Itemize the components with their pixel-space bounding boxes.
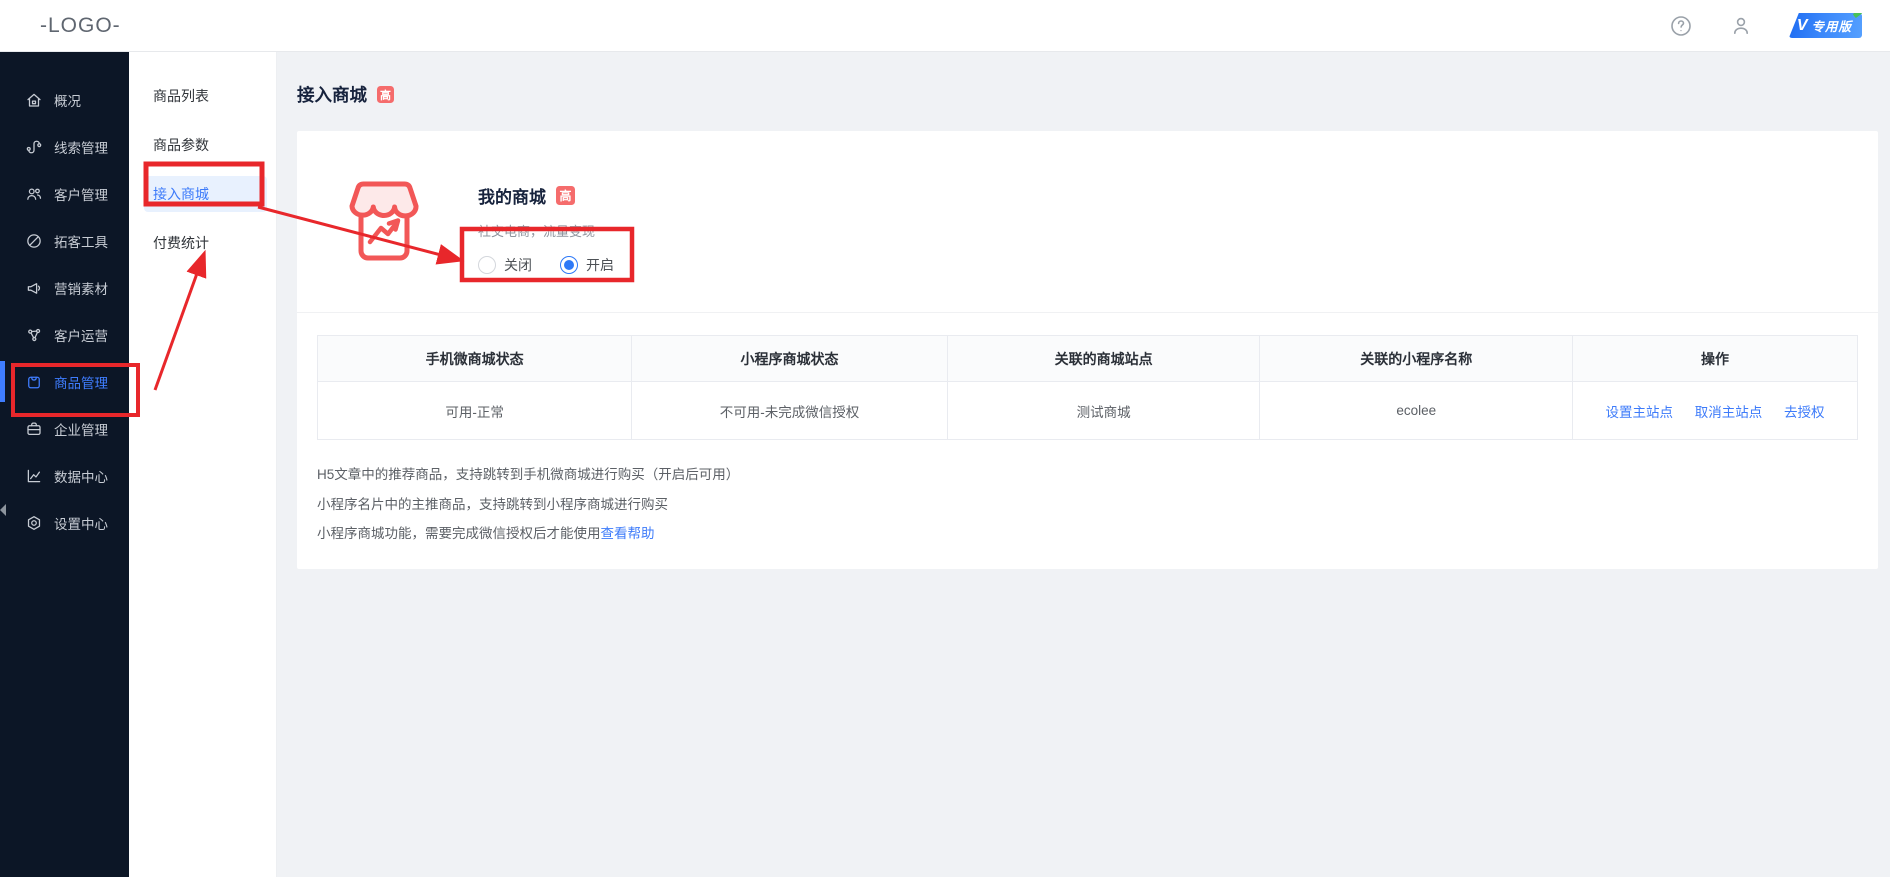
premium-badge: 高 <box>377 86 394 103</box>
sidebar-collapse-icon[interactable] <box>0 504 6 516</box>
note-line: 小程序商城功能，需要完成微信授权后才能使用查看帮助 <box>317 519 1858 549</box>
customer-operations-icon <box>25 326 43 344</box>
notes: H5文章中的推荐商品，支持跳转到手机微商城进行购买（开启后可用） 小程序名片中的… <box>317 460 1858 549</box>
note-text: 小程序商城功能，需要完成微信授权后才能使用 <box>317 526 601 541</box>
table-row: 可用-正常 不可用-未完成微信授权 测试商城 ecolee 设置主站点 取消主站… <box>318 382 1858 440</box>
sidebar-item-products[interactable]: 商品管理 <box>0 358 129 405</box>
prospecting-tools-icon <box>25 232 43 250</box>
radio-off-icon[interactable] <box>478 256 496 274</box>
cancel-main-site-link[interactable]: 取消主站点 <box>1695 405 1763 420</box>
sidebar-item-label: 数据中心 <box>54 466 108 486</box>
table-header: 手机微商城状态 <box>318 336 632 382</box>
edition-v-mark: V <box>1797 18 1808 34</box>
sidebar-item-marketing-materials[interactable]: 营销素材 <box>0 264 129 311</box>
radio-on-icon[interactable] <box>560 256 578 274</box>
radio-on-label: 开启 <box>586 255 614 275</box>
cell-phone-mall-status: 可用-正常 <box>318 382 632 440</box>
sidebar-item-label: 拓客工具 <box>54 231 108 251</box>
main-content: 接入商城 高 我的商城 高 社交电商，流量变现 <box>277 52 1890 877</box>
page-title: 接入商城 <box>297 82 367 107</box>
gear-icon <box>25 514 43 532</box>
sidebar-item-label: 线索管理 <box>54 137 108 157</box>
note-line: H5文章中的推荐商品，支持跳转到手机微商城进行购买（开启后可用） <box>317 460 1858 490</box>
table-header: 关联的商城站点 <box>947 336 1260 382</box>
mall-title: 我的商城 <box>478 183 546 208</box>
table-header: 操作 <box>1573 336 1858 382</box>
help-icon[interactable] <box>1669 14 1693 38</box>
edition-badge[interactable]: V 专用版 <box>1789 13 1862 38</box>
cell-miniprogram-mall-status: 不可用-未完成微信授权 <box>632 382 948 440</box>
briefcase-icon <box>25 420 43 438</box>
sidebar-item-prospecting-tools[interactable]: 拓客工具 <box>0 217 129 264</box>
table-header: 小程序商城状态 <box>632 336 948 382</box>
sidebar-item-label: 企业管理 <box>54 419 108 439</box>
sidebar-item-leads[interactable]: 线索管理 <box>0 123 129 170</box>
premium-badge: 高 <box>556 186 575 205</box>
mall-card-bottom: 手机微商城状态 小程序商城状态 关联的商城站点 关联的小程序名称 操作 可用-正… <box>297 313 1878 569</box>
sidebar-item-label: 设置中心 <box>54 513 108 533</box>
set-main-site-link[interactable]: 设置主站点 <box>1606 405 1674 420</box>
cell-linked-miniprogram-name: ecolee <box>1260 382 1573 440</box>
sidebar-item-label: 客户运营 <box>54 325 108 345</box>
mall-card: 我的商城 高 社交电商，流量变现 关闭 开启 <box>297 131 1878 569</box>
sidebar-item-label: 商品管理 <box>54 372 108 392</box>
sidebar-item-customers[interactable]: 客户管理 <box>0 170 129 217</box>
top-bar: -LOGO- V 专用版 <box>0 0 1890 52</box>
sidebar-item-settings-center[interactable]: 设置中心 <box>0 499 129 546</box>
megaphone-icon <box>25 279 43 297</box>
primary-sidebar: 概况 线索管理 客户管理 拓客工具 营销素材 <box>0 52 129 877</box>
mall-status-table: 手机微商城状态 小程序商城状态 关联的商城站点 关联的小程序名称 操作 可用-正… <box>317 335 1858 440</box>
subnav-item-product-params[interactable]: 商品参数 <box>144 127 267 163</box>
sidebar-item-label: 概况 <box>54 90 81 110</box>
data-chart-icon <box>25 467 43 485</box>
sidebar-item-label: 客户管理 <box>54 184 108 204</box>
sidebar-item-overview[interactable]: 概况 <box>0 76 129 123</box>
cell-linked-mall-site: 测试商城 <box>947 382 1260 440</box>
storefront-icon <box>338 176 430 268</box>
secondary-sidebar: 商品列表 商品参数 接入商城 付费统计 <box>129 52 277 877</box>
table-header: 关联的小程序名称 <box>1260 336 1573 382</box>
radio-option-off[interactable]: 关闭 <box>478 255 532 275</box>
view-help-link[interactable]: 查看帮助 <box>601 526 655 541</box>
subnav-item-payment-stats[interactable]: 付费统计 <box>144 225 267 261</box>
radio-option-on[interactable]: 开启 <box>560 255 614 275</box>
home-icon <box>25 91 43 109</box>
pen-mark-icon <box>1853 7 1866 18</box>
sidebar-item-customer-operations[interactable]: 客户运营 <box>0 311 129 358</box>
mall-switch-radio-group: 关闭 开启 <box>478 255 642 275</box>
subnav-item-product-list[interactable]: 商品列表 <box>144 78 267 114</box>
sidebar-item-enterprise[interactable]: 企业管理 <box>0 405 129 452</box>
clue-route-icon <box>25 138 43 156</box>
customers-icon <box>25 185 43 203</box>
mall-card-top: 我的商城 高 社交电商，流量变现 关闭 开启 <box>297 131 1878 313</box>
subnav-item-mall-access[interactable]: 接入商城 <box>144 176 267 212</box>
edition-badge-label: 专用版 <box>1811 16 1852 35</box>
user-icon[interactable] <box>1729 14 1753 38</box>
shopping-bag-icon <box>25 373 43 391</box>
radio-off-label: 关闭 <box>504 255 532 275</box>
note-line: 小程序名片中的主推商品，支持跳转到小程序商城进行购买 <box>317 490 1858 520</box>
page-header: 接入商城 高 <box>297 52 1878 107</box>
cell-actions: 设置主站点 取消主站点 去授权 <box>1573 382 1858 440</box>
logo: -LOGO- <box>40 14 121 38</box>
sidebar-item-data-center[interactable]: 数据中心 <box>0 452 129 499</box>
sidebar-item-label: 营销素材 <box>54 278 108 298</box>
mall-subtitle: 社交电商，流量变现 <box>478 221 642 240</box>
go-authorize-link[interactable]: 去授权 <box>1784 405 1825 420</box>
